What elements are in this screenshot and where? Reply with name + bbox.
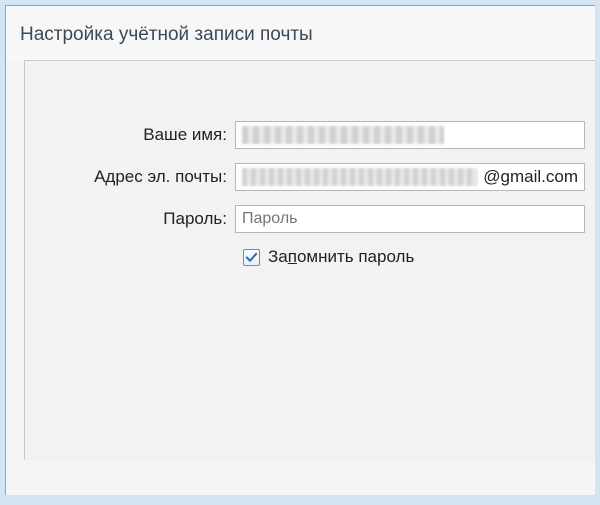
email-suffix: @gmail.com <box>483 167 578 187</box>
password-input[interactable] <box>235 205 585 233</box>
name-label: Ваше имя: <box>25 125 235 145</box>
account-setup-window: Настройка учётной записи почты Ваше имя:… <box>5 5 595 495</box>
name-input[interactable] <box>235 121 585 149</box>
email-input[interactable]: @gmail.com <box>235 163 585 191</box>
remember-checkbox[interactable] <box>243 249 260 266</box>
check-icon <box>245 251 258 264</box>
password-label: Пароль: <box>25 209 235 229</box>
window-title: Настройка учётной записи почты <box>6 6 595 60</box>
email-label: Адрес эл. почты: <box>25 167 235 187</box>
remember-row: Запомнить пароль <box>25 247 595 267</box>
redacted-text <box>242 168 477 186</box>
password-row: Пароль: <box>25 205 595 233</box>
remember-label: Запомнить пароль <box>268 247 414 267</box>
form-panel: Ваше имя: Адрес эл. почты: @gmail.com Па… <box>24 60 595 460</box>
redacted-text <box>242 126 444 144</box>
name-row: Ваше имя: <box>25 121 595 149</box>
email-row: Адрес эл. почты: @gmail.com <box>25 163 595 191</box>
